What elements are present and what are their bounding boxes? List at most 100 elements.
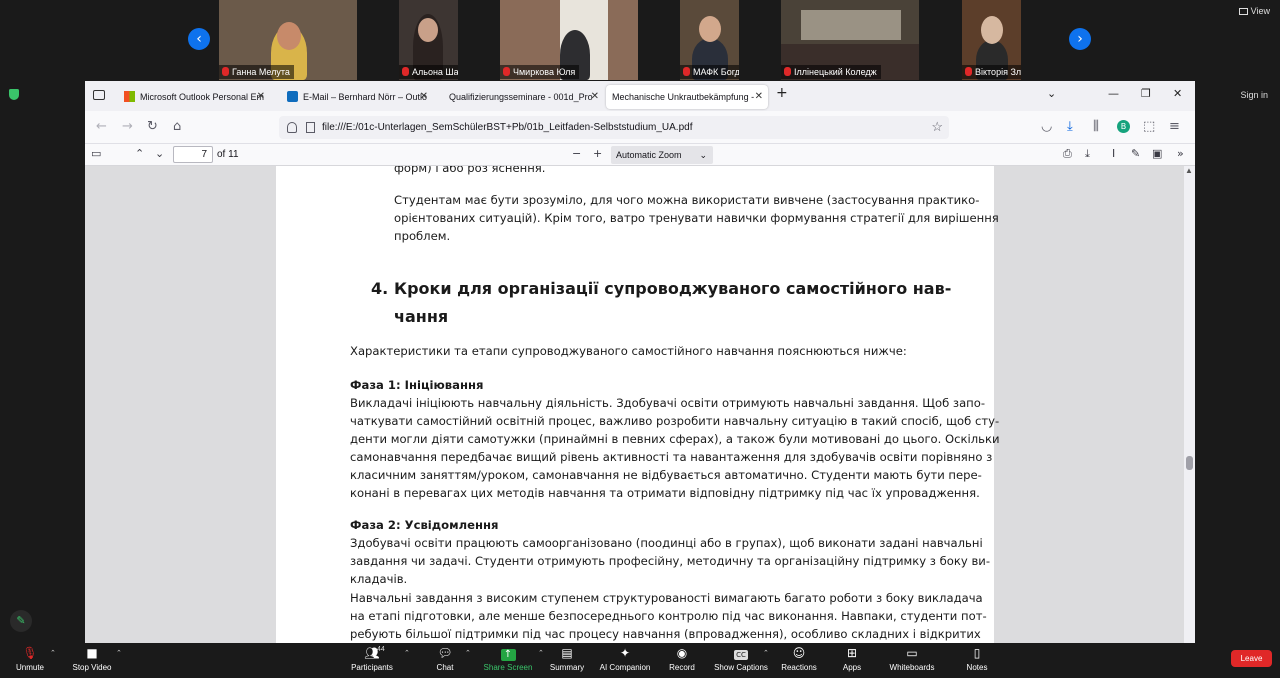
vertical-scrollbar[interactable]: ▲ [1184, 166, 1195, 643]
outlook-logo-icon [287, 91, 298, 102]
image-tool-icon[interactable]: ▣ [1152, 147, 1162, 161]
participant-name: Іллінецький Коледж [781, 65, 881, 79]
stop-video-label: Stop Video [72, 663, 112, 672]
next-page-icon[interactable]: ⌄ [155, 147, 164, 161]
print-icon[interactable]: ⎙ [1063, 147, 1072, 161]
participant-tile[interactable]: Вікторія Зленко [962, 0, 1021, 80]
grid-view-icon [1238, 8, 1248, 15]
text-line: проблем. [394, 229, 451, 243]
tab-label: Microsoft Outlook Personal Em [140, 92, 265, 102]
phase-1-block: Фаза 1: Ініціювання Викладачі ініціюють … [350, 376, 1000, 502]
browser-tab[interactable]: Qualifizierungsseminare - 001d_Pro ✕ [429, 85, 604, 109]
closing-paragraph: Навчальні завдання з високим ступенем ст… [350, 589, 987, 643]
muted-mic-icon [965, 67, 972, 76]
minimize-icon[interactable]: — [1108, 87, 1119, 100]
close-tab-icon[interactable]: ✕ [257, 85, 265, 109]
heading-line: чання [394, 307, 449, 326]
muted-mic-icon [222, 67, 229, 76]
text-line: конані в перевагах цих методів навчання … [350, 486, 980, 500]
extensions-icon[interactable]: ⬚ [1143, 120, 1155, 134]
scrollbar-thumb[interactable] [1186, 456, 1193, 470]
document-text-cutoff: форм) і або роз’яснення. [394, 166, 545, 177]
leave-button[interactable]: Leave [1231, 650, 1272, 667]
previous-page-arrow-icon[interactable]: ‹ [188, 28, 210, 50]
stop-video-button[interactable]: ■ Stop Video ⌃ [52, 643, 132, 678]
close-tab-icon[interactable]: ✕ [755, 85, 763, 109]
pdf-viewer[interactable]: форм) і або роз’яснення. Студентам має б… [85, 166, 1195, 643]
annotate-pencil-icon[interactable]: ✎ [10, 610, 32, 632]
browser-tab-bar: Microsoft Outlook Personal Em ✕ E-Mail –… [85, 81, 1195, 111]
participant-tile[interactable]: Ганна Мелута [219, 0, 357, 80]
muted-mic-icon [784, 67, 791, 76]
close-tab-icon[interactable]: ✕ [420, 85, 428, 109]
reload-icon[interactable]: ↻ [147, 120, 158, 134]
text-line: Викладачі ініціюють навчальну діяльність… [350, 396, 986, 410]
browser-tab-active[interactable]: Mechanische Unkrautbekämpfung - ✕ [606, 85, 768, 109]
back-icon[interactable]: ← [96, 120, 107, 134]
url-bar[interactable]: file:///E:/01c-Unterlagen_SemSchülerBST+… [279, 116, 949, 139]
menu-icon[interactable]: ≡ [1169, 120, 1180, 134]
chat-label: Chat [436, 663, 454, 672]
library-icon[interactable]: ⫼ [1093, 120, 1099, 134]
participants-label: Participants [351, 663, 393, 672]
text-line: Навчальні завдання з високим ступенем ст… [350, 591, 983, 605]
draw-tool-icon[interactable]: ✎ [1131, 147, 1140, 161]
page-number-input[interactable]: 7 [173, 146, 213, 163]
view-button[interactable]: View [1238, 6, 1270, 16]
site-info-icon[interactable] [287, 122, 297, 133]
account-avatar-icon[interactable]: В [1117, 120, 1130, 133]
next-page-arrow-icon[interactable]: › [1069, 28, 1091, 50]
lead-sentence: Характеристики та етапи супроводжуваного… [350, 342, 907, 360]
zoom-select-value: Automatic Zoom [616, 150, 682, 160]
participant-video [981, 16, 1003, 44]
participant-strip: ‹ Ганна Мелута Альона Шаповал Чмиркова Ю… [0, 0, 1280, 80]
notes-button[interactable]: ▯ Notes [937, 643, 1017, 678]
forward-icon[interactable]: → [122, 120, 133, 134]
shared-browser-window: Microsoft Outlook Personal Em ✕ E-Mail –… [85, 81, 1195, 643]
list-all-tabs-icon[interactable]: ⌄ [1047, 87, 1056, 100]
browser-tab[interactable]: E-Mail – Bernhard Nörr – Outlo ✕ [281, 85, 433, 109]
muted-mic-icon [683, 67, 690, 76]
restore-icon[interactable]: ❐ [1141, 87, 1151, 100]
url-text[interactable]: file:///E:/01c-Unterlagen_SemSchülerBST+… [322, 116, 693, 139]
participants-count: 44 [377, 646, 385, 653]
heading-line: Кроки для організації супроводжуваного с… [394, 279, 952, 298]
text-tool-icon[interactable]: Ⅰ [1112, 147, 1115, 161]
bookmark-star-icon[interactable]: ☆ [931, 119, 943, 135]
sidebar-toggle-icon[interactable]: ▭ [91, 147, 101, 161]
text-line: чаткувати самостійний освітній процес, в… [350, 414, 1000, 428]
close-tab-icon[interactable]: ✕ [591, 85, 599, 109]
participant-tile[interactable]: Альона Шаповал [399, 0, 458, 80]
home-icon[interactable]: ⌂ [173, 120, 181, 134]
zoom-select[interactable]: Automatic Zoom ⌄ [611, 146, 713, 164]
page-count: of 11 [217, 149, 239, 160]
text-line: Студентам має бути зрозуміло, для чого м… [394, 193, 980, 207]
scroll-up-icon[interactable]: ▲ [1185, 166, 1193, 175]
zoom-in-icon[interactable]: + [593, 147, 602, 161]
save-icon[interactable]: ⤓ [1085, 147, 1090, 161]
tab-label: Mechanische Unkrautbekämpfung - [612, 92, 755, 102]
record-label: Record [669, 663, 695, 672]
phase-title: Фаза 2: Усвідомлення [350, 518, 499, 532]
browser-nav-bar: ← → ↻ ⌂ file:///E:/01c-Unterlagen_SemSch… [85, 111, 1195, 144]
downloads-icon[interactable]: ⤓ [1067, 120, 1073, 134]
participant-tile[interactable]: МАФК Богдан Борчук [680, 0, 739, 80]
participant-tile[interactable]: Чмиркова Юля [500, 0, 638, 80]
participants-icon: 👥︎ [364, 646, 380, 660]
text-line: орієнтованих ситуацій). Крім того, ватро… [394, 211, 999, 225]
muted-mic-icon [503, 67, 510, 76]
pocket-icon[interactable]: ◡ [1041, 120, 1052, 134]
security-shield-icon[interactable] [9, 89, 19, 100]
tab-list-icon[interactable] [93, 90, 105, 100]
browser-tab[interactable]: Microsoft Outlook Personal Em ✕ [118, 85, 270, 109]
zoom-out-icon[interactable]: − [572, 147, 581, 161]
participants-button[interactable]: 👥︎ 44 Participants ⌃ [332, 643, 412, 678]
sign-in-link[interactable]: Sign in [1240, 90, 1268, 100]
participant-tile[interactable]: Іллінецький Коледж [781, 0, 919, 80]
new-tab-icon[interactable]: + [776, 85, 788, 101]
chevron-up-icon[interactable]: ⌃ [116, 649, 122, 657]
close-window-icon[interactable]: ✕ [1173, 87, 1182, 100]
tools-overflow-icon[interactable]: » [1177, 147, 1184, 161]
previous-page-icon[interactable]: ⌃ [135, 147, 144, 161]
participant-name: МАФК Богдан Борчук [680, 65, 739, 79]
